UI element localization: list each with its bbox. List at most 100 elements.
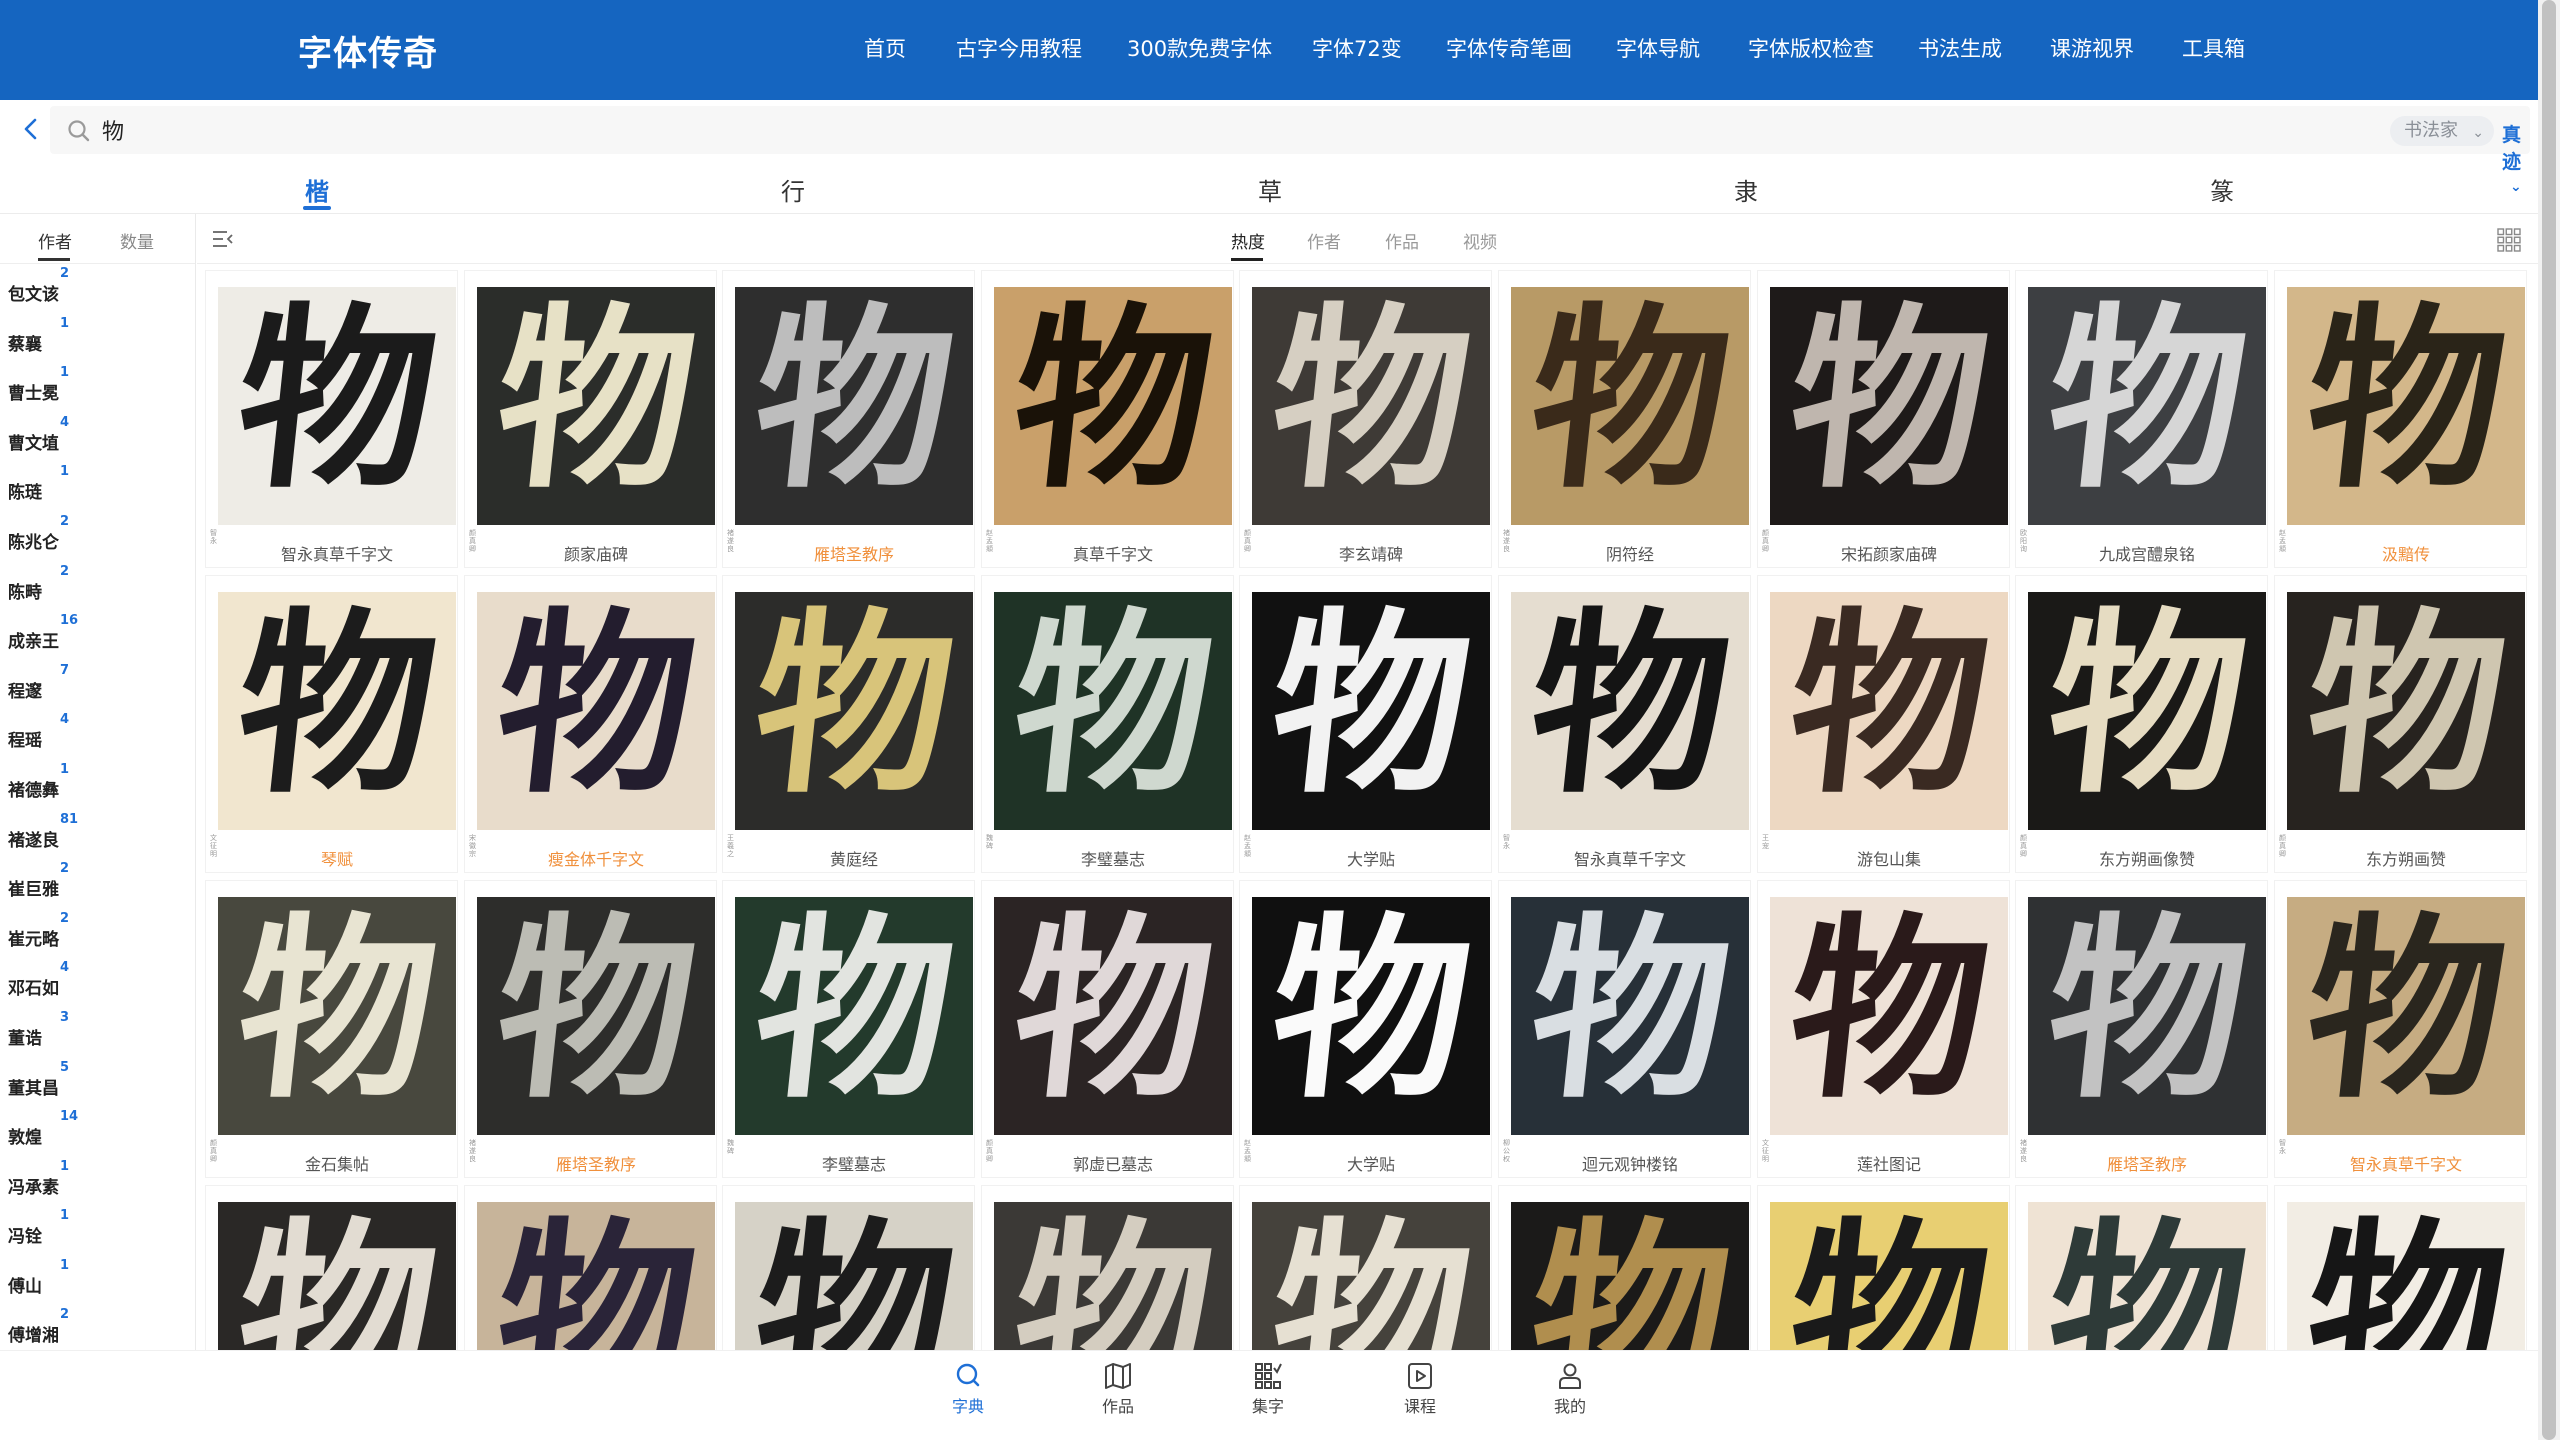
sidebar-item-author[interactable]: 褚遂良 81: [0, 810, 195, 860]
calligraphy-card[interactable]: 物褚遂良 雁塔圣教序: [464, 880, 717, 1178]
nav-item-font-72[interactable]: 字体72变: [1312, 33, 1402, 63]
calligraphy-card[interactable]: 物宋徽宗 瘦金体千字文: [464, 575, 717, 873]
calligraphy-card[interactable]: 物褚遂良 雁塔圣教序: [722, 270, 975, 568]
sidebar-item-author[interactable]: 傅山 1: [0, 1256, 195, 1306]
sidebar-item-author[interactable]: 褚德彝 1: [0, 760, 195, 810]
sidebar-item-author[interactable]: 陈畤 2: [0, 562, 195, 612]
sidebar-item-author[interactable]: 程邃 7: [0, 661, 195, 711]
sidebar-item-author[interactable]: 陈琏 1: [0, 462, 195, 512]
bottom-tab-profile[interactable]: 我的: [1530, 1355, 1610, 1437]
sidebar-item-author[interactable]: 冯铨 1: [0, 1206, 195, 1256]
bottom-tab-works[interactable]: 作品: [1078, 1355, 1158, 1437]
sidebar-item-author[interactable]: 包文该 2: [0, 264, 195, 314]
calligraphy-card[interactable]: 物赵孟頫 汲黯传: [2274, 270, 2527, 568]
nav-item-calligraphy-generator[interactable]: 书法生成: [1918, 33, 2002, 63]
tab-kai[interactable]: 楷: [305, 172, 329, 207]
calligraphy-card[interactable]: 物颜真卿 东方朔画像赞: [2015, 575, 2268, 873]
calligraphy-card[interactable]: 物文征明 琴赋: [205, 575, 458, 873]
sort-tab-popularity[interactable]: 热度: [1231, 228, 1265, 253]
scrollbar-thumb[interactable]: [2542, 0, 2556, 1440]
calligraphy-image: 物: [735, 287, 973, 525]
sidebar-item-author[interactable]: 曹文埴 4: [0, 413, 195, 463]
calligraphy-card[interactable]: 物智永 智永真草千字文: [2274, 880, 2527, 1178]
sidebar-tab-count[interactable]: 数量: [120, 228, 154, 253]
nav-item-video[interactable]: 课游视界: [2050, 33, 2134, 63]
tab-cao[interactable]: 草: [1258, 172, 1282, 207]
sidebar-tab-author[interactable]: 作者: [38, 228, 72, 253]
calligraphy-card[interactable]: 物: [205, 1185, 458, 1350]
calligraphy-card[interactable]: 物柳公权 迴元观钟楼铭: [1498, 880, 1751, 1178]
author-name: 曹文埴: [8, 433, 59, 454]
sidebar-item-author[interactable]: 敦煌 14: [0, 1107, 195, 1157]
sidebar-item-author[interactable]: 董诰 3: [0, 1008, 195, 1058]
card-author-label: 文征明: [210, 834, 217, 858]
calligraphy-card[interactable]: 物: [2274, 1185, 2527, 1350]
tab-xing[interactable]: 行: [781, 172, 805, 207]
calligraphy-card[interactable]: 物赵孟頫 真草千字文: [981, 270, 1234, 568]
calligraphy-card[interactable]: 物赵孟頫 大学贴: [1239, 880, 1492, 1178]
calligraphy-card[interactable]: 物: [1757, 1185, 2010, 1350]
bottom-tab-collect-chars[interactable]: 集字: [1228, 1355, 1308, 1437]
calligraphy-card[interactable]: 物颜真卿 李玄靖碑: [1239, 270, 1492, 568]
back-arrow-icon[interactable]: [14, 112, 48, 146]
calligraphy-card[interactable]: 物颜真卿 金石集帖: [205, 880, 458, 1178]
nav-item-font-nav[interactable]: 字体导航: [1616, 33, 1700, 63]
calligraphy-card[interactable]: 物颜真卿 宋拓颜家庙碑: [1757, 270, 2010, 568]
calligraphy-card[interactable]: 物褚遂良 雁塔圣教序: [2015, 880, 2268, 1178]
page-scrollbar[interactable]: [2538, 0, 2560, 1440]
sidebar-item-author[interactable]: 成亲王 16: [0, 611, 195, 661]
calligraphy-image: 物: [2028, 1202, 2266, 1350]
calligraphy-card[interactable]: 物智永 智永真草千字文: [205, 270, 458, 568]
nav-item-copyright-check[interactable]: 字体版权检查: [1748, 33, 1874, 63]
card-author-label: 智永: [210, 529, 217, 545]
calligraphy-card[interactable]: 物颜真卿 郭虚已墓志: [981, 880, 1234, 1178]
sort-tab-author[interactable]: 作者: [1307, 228, 1341, 253]
calligraphy-card[interactable]: 物文征明 莲社图记: [1757, 880, 2010, 1178]
calligraphy-card[interactable]: 物智永 智永真草千字文: [1498, 575, 1751, 873]
nav-item-home[interactable]: 首页: [864, 33, 906, 63]
tab-li[interactable]: 隶: [1734, 172, 1758, 207]
calligraphy-card[interactable]: 物王羲之 黄庭经: [722, 575, 975, 873]
bottom-tab-dictionary[interactable]: 字典: [928, 1355, 1008, 1437]
nav-item-tutorial[interactable]: 古字今用教程: [956, 33, 1082, 63]
sidebar-item-author[interactable]: 傅增湘 2: [0, 1305, 195, 1350]
sidebar-item-author[interactable]: 冯承素 1: [0, 1157, 195, 1207]
sidebar-item-author[interactable]: 邓石如 4: [0, 958, 195, 1008]
calligraphy-glyph: 物: [743, 287, 965, 515]
script-style-tabs: 楷 行 草 隶 篆: [0, 160, 2538, 214]
calligraphy-card[interactable]: 物: [1498, 1185, 1751, 1350]
author-name: 崔元略: [8, 929, 59, 950]
calligraphy-card[interactable]: 物赵孟頫 大学贴: [1239, 575, 1492, 873]
sort-tab-work[interactable]: 作品: [1385, 228, 1419, 253]
calligraphy-card[interactable]: 物褚遂良 阴符经: [1498, 270, 1751, 568]
sidebar-item-author[interactable]: 董其昌 5: [0, 1058, 195, 1108]
calligraphy-card[interactable]: 物: [981, 1185, 1234, 1350]
sidebar-item-author[interactable]: 陈兆仑 2: [0, 512, 195, 562]
calligraphy-card[interactable]: 物: [722, 1185, 975, 1350]
sidebar-item-author[interactable]: 曹士冕 1: [0, 363, 195, 413]
calligraphy-card[interactable]: 物: [1239, 1185, 1492, 1350]
nav-item-toolbox[interactable]: 工具箱: [2182, 33, 2245, 63]
collapse-sidebar-icon[interactable]: [211, 228, 235, 250]
calligraphy-card[interactable]: 物魏碑 李璧墓志: [722, 880, 975, 1178]
sort-tab-video[interactable]: 视频: [1463, 228, 1497, 253]
calligraphy-glyph: 物: [485, 592, 707, 820]
sidebar-item-author[interactable]: 程瑶 4: [0, 710, 195, 760]
nav-item-free-fonts[interactable]: 300款免费字体: [1127, 33, 1272, 63]
bottom-tab-courses[interactable]: 课程: [1380, 1355, 1460, 1437]
calligraphy-card[interactable]: 物魏碑 李璧墓志: [981, 575, 1234, 873]
calligraphy-card[interactable]: 物欧阳询 九成宫醴泉铭: [2015, 270, 2268, 568]
sidebar-item-author[interactable]: 崔巨雅 2: [0, 859, 195, 909]
calligraphy-card[interactable]: 物颜真卿 颜家庙碑: [464, 270, 717, 568]
sidebar-item-author[interactable]: 崔元略 2: [0, 909, 195, 959]
calligraphy-card[interactable]: 物: [464, 1185, 717, 1350]
grid-view-icon[interactable]: [2497, 228, 2521, 252]
tab-zhuan[interactable]: 篆: [2210, 172, 2234, 207]
calligraphy-card[interactable]: 物颜真卿 东方朔画赞: [2274, 575, 2527, 873]
sidebar-item-author[interactable]: 蔡襄 1: [0, 314, 195, 364]
search-input[interactable]: [102, 106, 1502, 154]
calligraphy-card[interactable]: 物: [2015, 1185, 2268, 1350]
nav-item-strokes[interactable]: 字体传奇笔画: [1446, 33, 1572, 63]
calligrapher-filter-dropdown[interactable]: 书法家 ⌄: [2390, 116, 2494, 146]
calligraphy-card[interactable]: 物王宠 游包山集: [1757, 575, 2010, 873]
